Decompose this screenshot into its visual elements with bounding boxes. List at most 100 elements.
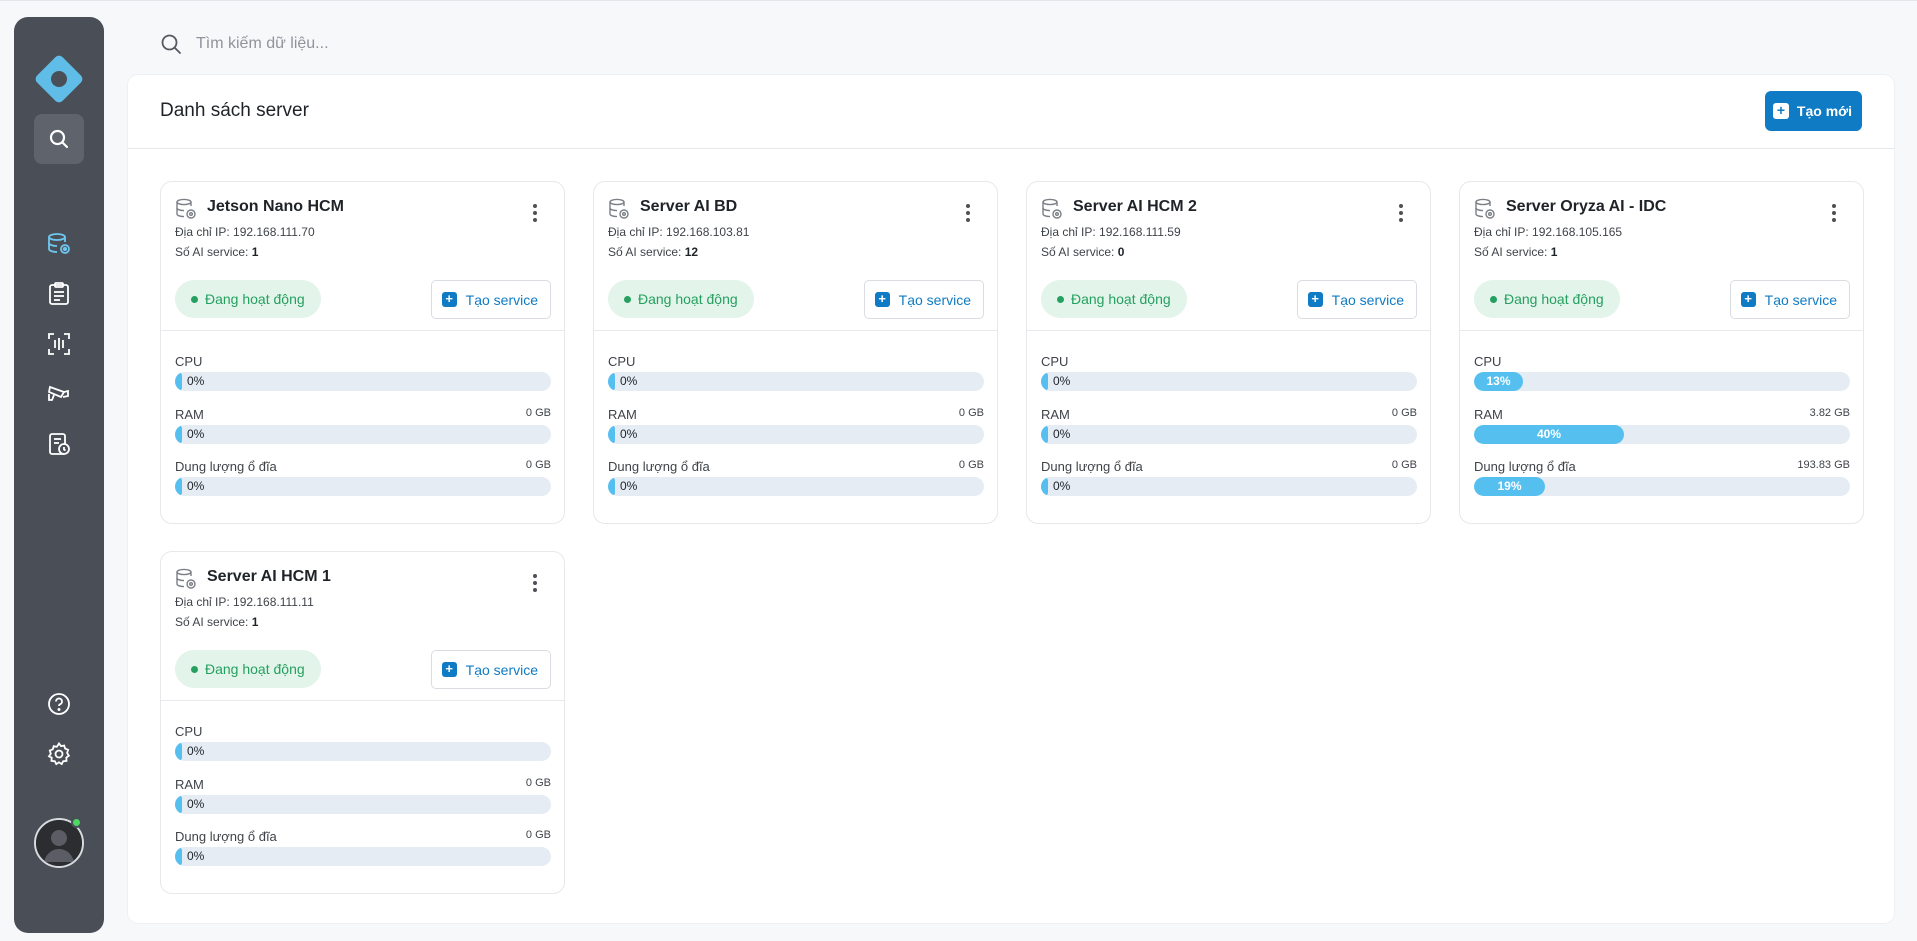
create-new-button[interactable]: + Tạo mới — [1764, 91, 1862, 131]
plus-icon: + — [441, 662, 457, 677]
search-input[interactable] — [196, 35, 596, 53]
disk-progress-bar: 19% — [1474, 477, 1850, 496]
more-options-icon[interactable] — [1392, 202, 1410, 224]
ram-label: RAM — [1041, 407, 1070, 422]
disk-progress-bar: 0% — [1041, 477, 1417, 496]
cpu-metric: CPU 0% — [175, 354, 551, 391]
server-service-count: Số AI service: 1 — [175, 245, 259, 259]
ram-progress-bar: 40% — [1474, 425, 1850, 444]
plus-icon: + — [1307, 292, 1323, 307]
ram-label: RAM — [608, 407, 637, 422]
cpu-progress-bar: 0% — [175, 742, 551, 761]
ram-size: 0 GB — [525, 777, 551, 789]
settings-button[interactable] — [46, 741, 72, 767]
disk-metric: Dung lượng ổ đĩa 0 GB 0% — [175, 829, 551, 866]
create-service-button[interactable]: + Tạo service — [1296, 280, 1417, 319]
server-service-count: Số AI service: 0 — [1041, 245, 1125, 259]
ram-metric: RAM 0 GB 0% — [175, 777, 551, 814]
disk-size: 0 GB — [958, 459, 984, 471]
create-service-label: Tạo service — [1331, 291, 1404, 308]
disk-metric: Dung lượng ổ đĩa 0 GB 0% — [175, 459, 551, 496]
ram-progress-bar: 0% — [1041, 425, 1417, 444]
server-icon — [48, 233, 70, 254]
disk-label: Dung lượng ổ đĩa — [608, 459, 710, 474]
disk-percent: 0% — [187, 479, 205, 493]
create-service-button[interactable]: + Tạo service — [1729, 280, 1850, 319]
sidebar — [14, 17, 104, 933]
more-options-icon[interactable] — [526, 572, 544, 594]
server-card: Server AI BD Địa chỉ IP: 192.168.103.81 … — [593, 181, 998, 524]
status-badge: Đang hoạt động — [175, 280, 321, 318]
cpu-label: CPU — [175, 724, 203, 739]
server-icon — [1042, 198, 1062, 219]
create-service-label: Tạo service — [1764, 291, 1837, 308]
ram-metric: RAM 0 GB 0% — [608, 407, 984, 444]
search-icon — [161, 34, 181, 54]
status-badge: Đang hoạt động — [1474, 280, 1620, 318]
panel-header: Danh sách server + Tạo mới — [128, 75, 1894, 149]
server-ip: Địa chỉ IP: 192.168.111.70 — [175, 225, 315, 239]
search-nav-button[interactable] — [34, 114, 84, 164]
server-name: Server Oryza AI - IDC — [1506, 198, 1667, 215]
disk-size: 0 GB — [1391, 459, 1417, 471]
ram-percent: 40% — [1536, 427, 1562, 441]
create-service-button[interactable]: + Tạo service — [430, 650, 551, 689]
disk-size: 0 GB — [525, 829, 551, 841]
disk-percent: 19% — [1497, 479, 1522, 493]
plus-icon: + — [874, 292, 890, 307]
page-title: Danh sách server — [160, 100, 309, 121]
disk-percent: 0% — [1053, 479, 1071, 493]
ram-progress-bar: 0% — [608, 425, 984, 444]
server-name: Jetson Nano HCM — [207, 198, 344, 215]
top-border — [0, 0, 1917, 1]
create-service-button[interactable]: + Tạo service — [863, 280, 984, 319]
status-badge: Đang hoạt động — [608, 280, 754, 318]
cpu-percent: 0% — [187, 374, 205, 388]
ram-percent: 0% — [187, 427, 205, 441]
cpu-metric: CPU 0% — [1041, 354, 1417, 391]
cpu-percent: 0% — [1053, 374, 1071, 388]
cpu-progress-bar: 0% — [1041, 372, 1417, 391]
disk-label: Dung lượng ổ đĩa — [1474, 459, 1576, 474]
ram-label: RAM — [175, 777, 204, 792]
help-icon — [48, 693, 70, 715]
ram-percent: 0% — [620, 427, 638, 441]
cpu-metric: CPU 13% — [1474, 354, 1850, 391]
server-name: Server AI HCM 1 — [207, 568, 331, 585]
server-icon — [1475, 198, 1495, 219]
disk-label: Dung lượng ổ đĩa — [1041, 459, 1143, 474]
server-service-count: Số AI service: 12 — [608, 245, 699, 259]
ram-size: 0 GB — [525, 407, 551, 419]
disk-progress-bar: 0% — [608, 477, 984, 496]
sidebar-item-face-scan[interactable] — [46, 331, 72, 357]
sidebar-item-reports[interactable] — [46, 431, 72, 457]
server-ip: Địa chỉ IP: 192.168.111.59 — [1041, 225, 1181, 239]
cpu-label: CPU — [175, 354, 203, 369]
help-button[interactable] — [46, 691, 72, 717]
create-service-button[interactable]: + Tạo service — [430, 280, 551, 319]
ram-metric: RAM 0 GB 0% — [1041, 407, 1417, 444]
create-service-label: Tạo service — [465, 291, 538, 308]
server-ip: Địa chỉ IP: 192.168.103.81 — [608, 225, 750, 239]
disk-metric: Dung lượng ổ đĩa 0 GB 0% — [608, 459, 984, 496]
cpu-progress-bar: 13% — [1474, 372, 1850, 391]
more-options-icon[interactable] — [1825, 202, 1843, 224]
cpu-progress-bar: 0% — [175, 372, 551, 391]
more-options-icon[interactable] — [526, 202, 544, 224]
sidebar-item-cameras[interactable] — [46, 381, 72, 407]
ram-percent: 0% — [1053, 427, 1071, 441]
cpu-label: CPU — [608, 354, 636, 369]
ram-progress-bar: 0% — [175, 425, 551, 444]
server-icon — [176, 198, 196, 219]
server-name: Server AI HCM 2 — [1073, 198, 1197, 215]
server-service-count: Số AI service: 1 — [1474, 245, 1558, 259]
gear-icon — [47, 741, 71, 766]
sidebar-item-list[interactable] — [46, 281, 72, 307]
disk-label: Dung lượng ổ đĩa — [175, 829, 277, 844]
logo-icon[interactable] — [34, 54, 84, 104]
sidebar-item-servers[interactable] — [46, 231, 72, 257]
more-options-icon[interactable] — [959, 202, 977, 224]
cpu-metric: CPU 0% — [608, 354, 984, 391]
server-name: Server AI BD — [640, 198, 738, 215]
ram-size: 0 GB — [1391, 407, 1417, 419]
